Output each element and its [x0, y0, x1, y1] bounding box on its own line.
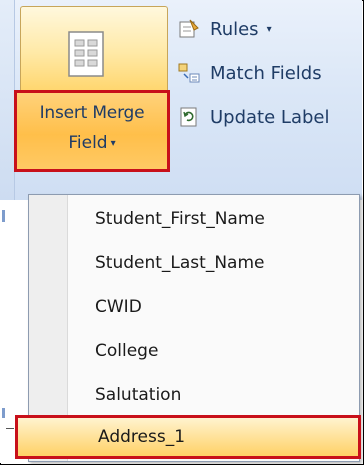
update-labels-icon: [180, 107, 197, 127]
chevron-down-icon: ▾: [266, 23, 272, 35]
menu-item-student-last-name[interactable]: Student_Last_Name: [67, 241, 359, 285]
menu-item-student-first-name[interactable]: Student_First_Name: [67, 197, 359, 241]
menu-item-label: College: [95, 341, 159, 361]
rules-icon: [179, 19, 199, 38]
insert-merge-field-label-word: Field: [68, 133, 108, 153]
edge-mark: [2, 210, 5, 222]
insert-merge-field-label-line1: Insert Merge: [39, 103, 145, 123]
insert-merge-field-label-line2: Field ▾: [17, 133, 167, 153]
update-labels-button[interactable]: Update Label: [178, 102, 329, 132]
menu-item-cwid[interactable]: CWID: [67, 285, 359, 329]
match-fields-icon: [178, 63, 200, 83]
edge-mark: [6, 428, 14, 429]
ribbon: Insert Merge Field ▾ Rules ▾ Match Fields…: [0, 0, 362, 200]
rules-button[interactable]: Rules ▾: [178, 14, 272, 44]
menu-item-salutation[interactable]: Salutation: [67, 373, 359, 417]
merge-field-dropdown-menu: Student_First_Name Student_Last_Name CWI…: [15, 194, 361, 462]
merge-field-document-icon: [68, 31, 104, 77]
menu-item-label: Address_1: [98, 427, 186, 447]
menu-item-college[interactable]: College: [67, 329, 359, 373]
menu-item-label: Student_Last_Name: [95, 253, 265, 273]
document-edge: [0, 200, 14, 463]
match-fields-label: Match Fields: [210, 62, 322, 84]
menu-item-address-1[interactable]: Address_1: [15, 415, 361, 459]
edge-mark: [2, 408, 5, 418]
match-fields-button[interactable]: Match Fields: [178, 58, 322, 88]
chevron-down-icon: ▾: [110, 137, 116, 149]
update-labels-label: Update Label: [210, 106, 330, 128]
insert-merge-field-button[interactable]: Insert Merge Field ▾: [14, 90, 170, 172]
menu-item-label: CWID: [95, 297, 142, 317]
menu-item-label: Salutation: [95, 385, 182, 405]
menu-item-label: Student_First_Name: [95, 209, 265, 229]
rules-label: Rules: [210, 18, 259, 40]
ribbon-left-edge: [0, 0, 15, 200]
